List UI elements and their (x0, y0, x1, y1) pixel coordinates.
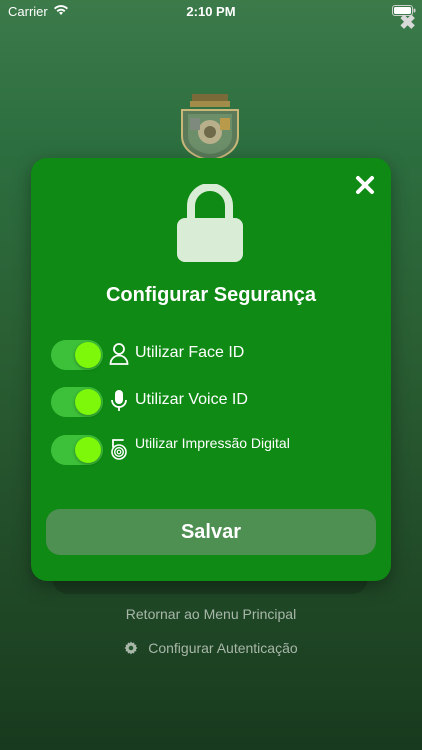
close-icon[interactable] (355, 175, 375, 195)
lock-icon (177, 184, 243, 262)
face-id-label: Utilizar Face ID (135, 344, 245, 361)
gear-icon (124, 641, 138, 655)
voice-id-label: Utilizar Voice ID (135, 391, 248, 408)
configure-authentication-label: Configurar Autenticação (148, 640, 298, 656)
option-face-id: Utilizar Face ID (51, 340, 371, 374)
toggle-knob (75, 437, 101, 463)
voice-id-toggle[interactable] (51, 387, 103, 417)
state-emblem-logo (181, 94, 239, 162)
option-fingerprint: Utilizar Impressão Digital (51, 435, 371, 469)
modal-title: Configurar Segurança (105, 284, 317, 306)
status-bar: Carrier 2:10 PM (0, 0, 422, 22)
background-close-icon[interactable]: ✖ (399, 10, 416, 35)
configure-authentication-link[interactable]: Configurar Autenticação (0, 640, 422, 656)
fingerprint-icon (111, 439, 127, 460)
fingerprint-label: Utilizar Impressão Digital (135, 435, 290, 451)
toggle-knob (75, 342, 101, 368)
save-button[interactable]: Salvar (46, 509, 376, 555)
microphone-icon (111, 390, 127, 411)
option-voice-id: Utilizar Voice ID (51, 387, 371, 421)
fingerprint-toggle[interactable] (51, 435, 103, 465)
face-id-toggle[interactable] (51, 340, 103, 370)
status-time: 2:10 PM (186, 4, 236, 19)
return-main-menu-link[interactable]: Retornar ao Menu Principal (0, 606, 422, 622)
toggle-knob (75, 389, 101, 415)
security-settings-modal: Configurar Segurança Utilizar Face ID Ut… (31, 158, 391, 581)
person-icon (109, 343, 129, 365)
